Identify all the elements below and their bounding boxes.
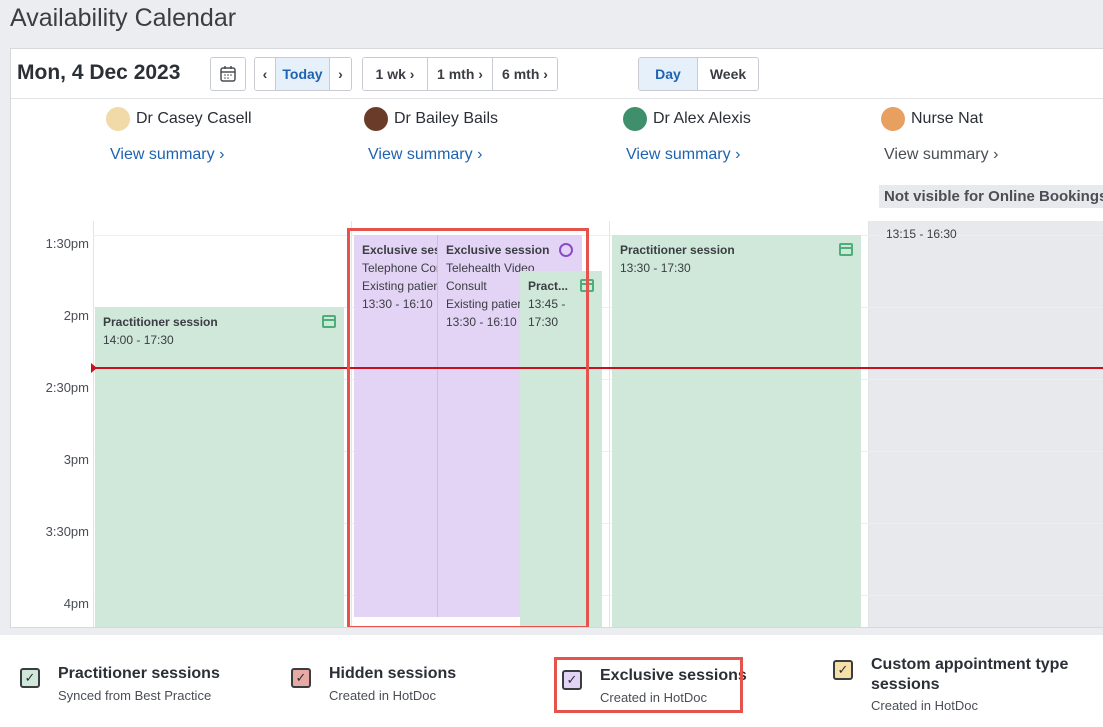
avatar (881, 107, 905, 131)
range-group: 1 wk › 1 mth › 6 mth › (362, 57, 558, 91)
time-label: 3pm (63, 452, 89, 467)
time-label: 2pm (63, 308, 89, 323)
column-divider (93, 221, 94, 627)
nurse-nat-range: 13:15 - 16:30 (878, 219, 1098, 243)
range-1mth-button[interactable]: 1 mth › (428, 58, 493, 90)
event-title: Practitioner session (620, 243, 735, 257)
today-button[interactable]: Today (276, 58, 330, 90)
prev-button[interactable]: ‹ (255, 58, 276, 90)
time-label: 1:30pm (45, 236, 89, 251)
event-time: 14:00 - 17:30 (103, 333, 174, 347)
calendar-icon (220, 66, 236, 82)
practitioner-name: Nurse Nat (911, 110, 984, 127)
calendar-grid: 1:30pm 2pm 2:30pm 3pm 3:30pm 4pm 13:15 -… (11, 219, 1103, 627)
range-1wk-button[interactable]: 1 wk › (363, 58, 428, 90)
toolbar: Mon, 4 Dec 2023 ‹ Today › 1 wk › 1 mth ›… (11, 49, 1103, 99)
time-label: 4pm (63, 596, 89, 611)
legend-checkbox[interactable]: ✓ (291, 668, 311, 688)
legend: ✓ Practitioner sessions Synced from Best… (0, 635, 1103, 727)
week-view-button[interactable]: Week (698, 58, 758, 90)
legend-subtitle: Synced from Best Practice (58, 688, 212, 703)
current-date: Mon, 4 Dec 2023 (17, 61, 181, 84)
time-label: 2:30pm (45, 380, 89, 395)
legend-checkbox[interactable]: ✓ (20, 668, 40, 688)
view-summary-link-alex[interactable]: View summary › (626, 146, 740, 164)
time-label: 3:30pm (45, 524, 89, 539)
range-6mth-button[interactable]: 6 mth › (493, 58, 557, 90)
highlight-box (554, 657, 743, 713)
current-time-marker (91, 363, 97, 373)
practitioner-name: Dr Bailey Bails (394, 110, 499, 127)
event-time: 13:30 - 17:30 (620, 261, 691, 275)
event-title: Practitioner session (103, 315, 218, 329)
practitioner-session-alex[interactable]: Practitioner session 13:30 - 17:30 (612, 235, 861, 627)
online-bookings-badge: Not visible for Online Bookings (879, 185, 1103, 208)
day-view-button[interactable]: Day (639, 58, 698, 90)
unavailable-column (869, 221, 1103, 627)
calendar-panel: Mon, 4 Dec 2023 ‹ Today › 1 wk › 1 mth ›… (10, 48, 1103, 628)
view-summary-link-bailey[interactable]: View summary › (368, 146, 482, 164)
practitioner-name: Dr Alex Alexis (653, 110, 751, 127)
view-toggle: Day Week (638, 57, 759, 91)
column-divider (868, 221, 869, 627)
view-summary-link-casey[interactable]: View summary › (110, 146, 224, 164)
practitioner-session-casey[interactable]: Practitioner session 14:00 - 17:30 (95, 307, 344, 627)
calendar-icon (839, 243, 853, 256)
avatar (623, 107, 647, 131)
column-divider (609, 221, 610, 627)
event-time: 13:15 - 16:30 (886, 227, 957, 241)
date-nav-group: ‹ Today › (254, 57, 352, 91)
legend-checkbox[interactable]: ✓ (833, 660, 853, 680)
legend-title: Practitioner sessions (58, 665, 220, 682)
next-button[interactable]: › (330, 58, 351, 90)
practitioner-name: Dr Casey Casell (136, 110, 252, 127)
highlight-box (347, 228, 589, 627)
page-title: Availability Calendar (10, 4, 237, 32)
legend-subtitle: Created in HotDoc (329, 688, 436, 703)
current-time-line (93, 367, 1103, 369)
legend-title: Custom appointment type sessions (871, 656, 1069, 693)
avatar (106, 107, 130, 131)
view-summary-link-nat[interactable]: View summary › (884, 146, 998, 164)
calendar-icon (322, 315, 336, 328)
avatar (364, 107, 388, 131)
calendar-picker-button[interactable] (210, 57, 246, 91)
legend-subtitle: Created in HotDoc (871, 698, 978, 713)
legend-title: Hidden sessions (329, 665, 457, 682)
